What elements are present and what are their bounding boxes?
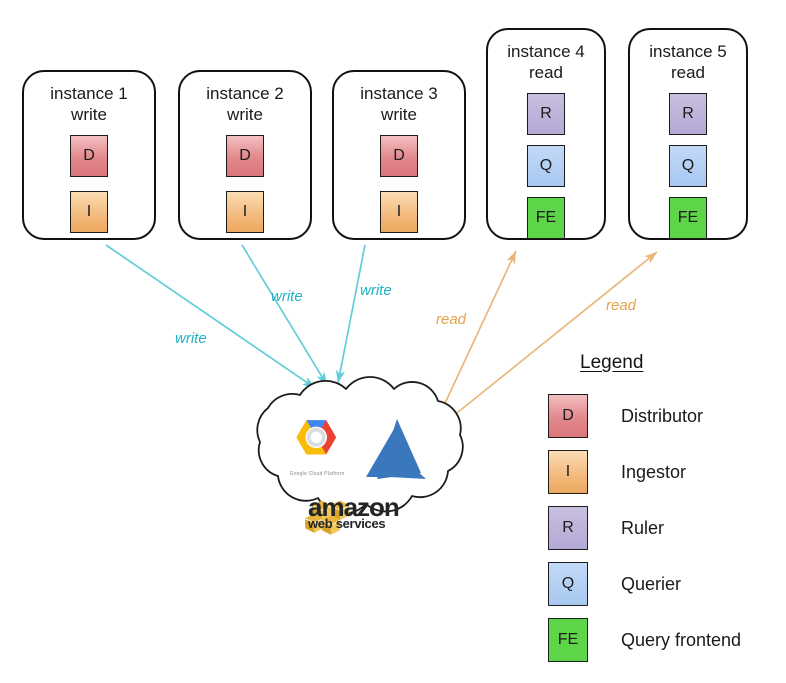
component-distributor[interactable]: D: [380, 135, 418, 177]
instance-card-4[interactable]: instance 4 read R Q FE: [486, 28, 606, 240]
legend-title: Legend: [580, 352, 644, 373]
component-stack-4: R Q FE: [527, 93, 565, 239]
instance-title-3: instance 3: [360, 84, 438, 103]
aws-webservices-label: web services: [308, 516, 386, 531]
legend-label-querier: Querier: [621, 573, 682, 594]
component-stack-1: D I: [70, 135, 108, 233]
legend-swatch-ingestor: I: [548, 450, 588, 494]
arrow-write-1: [105, 244, 316, 389]
instance-card-1[interactable]: instance 1 write D I: [22, 70, 156, 240]
arrow-read-4: [439, 250, 517, 415]
instance-title-4: instance 4: [507, 42, 585, 61]
component-query-frontend[interactable]: FE: [527, 197, 565, 239]
instance-role-2: write: [227, 105, 263, 124]
legend-swatch-distributor: D: [548, 394, 588, 438]
legend-swatch-querier: Q: [548, 562, 588, 606]
gcp-logo-icon: [296, 420, 337, 455]
legend: Legend D Distributor I Ingestor R Ruler …: [548, 352, 786, 668]
component-ingestor[interactable]: I: [380, 191, 418, 233]
diagram-canvas: write write write read read instance 1 w…: [0, 0, 786, 683]
legend-label-ruler: Ruler: [621, 517, 665, 538]
arrow-label-write-2: write: [271, 288, 303, 305]
arrow-label-read-5: read: [606, 297, 637, 314]
instance-role-3: write: [381, 105, 417, 124]
component-ruler[interactable]: R: [669, 93, 707, 135]
instance-title-2: instance 2: [206, 84, 284, 103]
arrow-label-read-4: read: [436, 311, 467, 328]
instance-card-2[interactable]: instance 2 write D I: [178, 70, 312, 240]
arrow-label-write-1: write: [175, 330, 207, 347]
instance-title-1: instance 1: [50, 84, 128, 103]
legend-row-ruler: R Ruler: [548, 500, 786, 556]
azure-logo-icon: [366, 419, 426, 479]
legend-row-querier: Q Querier: [548, 556, 786, 612]
aws-wordmark: amazon web services: [305, 494, 400, 531]
legend-swatch-ruler: R: [548, 506, 588, 550]
arrow-write-2: [241, 244, 328, 386]
instance-title-5: instance 5: [649, 42, 727, 61]
arrow-write-3: [335, 244, 366, 384]
component-ingestor[interactable]: I: [70, 191, 108, 233]
legend-row-distributor: D Distributor: [548, 388, 786, 444]
component-ruler[interactable]: R: [527, 93, 565, 135]
legend-label-distributor: Distributor: [621, 405, 704, 426]
component-stack-2: D I: [226, 135, 264, 233]
component-stack-3: D I: [380, 135, 418, 233]
legend-row-query-frontend: FE Query frontend: [548, 612, 786, 668]
instance-card-3[interactable]: instance 3 write D I: [332, 70, 466, 240]
component-querier[interactable]: Q: [669, 145, 707, 187]
component-querier[interactable]: Q: [527, 145, 565, 187]
component-query-frontend[interactable]: FE: [669, 197, 707, 239]
instance-card-5[interactable]: instance 5 read R Q FE: [628, 28, 748, 240]
component-distributor[interactable]: D: [226, 135, 264, 177]
instance-role-1: write: [71, 105, 107, 124]
instance-role-5: read: [670, 63, 706, 82]
component-distributor[interactable]: D: [70, 135, 108, 177]
legend-row-ingestor: I Ingestor: [548, 444, 786, 500]
legend-label-query-frontend: Query frontend: [621, 629, 742, 650]
component-ingestor[interactable]: I: [226, 191, 264, 233]
instance-role-4: read: [528, 63, 564, 82]
gcp-caption-label: Google Cloud Platform: [289, 471, 345, 477]
legend-swatch-query-frontend: FE: [548, 618, 588, 662]
legend-label-ingestor: Ingestor: [621, 461, 687, 482]
component-stack-5: R Q FE: [669, 93, 707, 239]
arrow-label-write-3: write: [360, 282, 392, 299]
